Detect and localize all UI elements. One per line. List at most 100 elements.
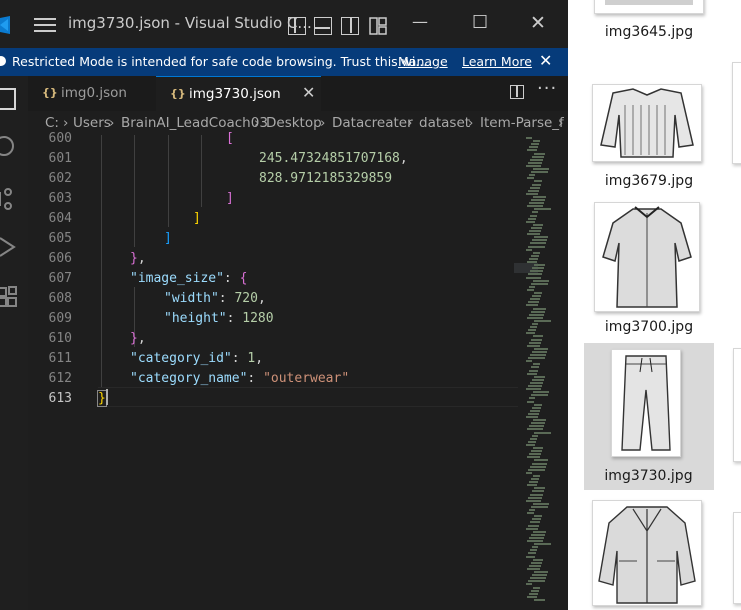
minimap-line xyxy=(528,245,545,248)
banner-close-icon[interactable]: ✕ xyxy=(539,51,552,70)
minimap-line xyxy=(526,164,541,167)
minimap-line xyxy=(532,267,544,270)
minimap-line xyxy=(526,360,532,363)
minimap-line xyxy=(528,301,539,304)
code-line: ] xyxy=(164,231,172,246)
partial-thumbnail xyxy=(733,348,741,462)
minimap-line xyxy=(533,195,546,198)
tab-close-icon[interactable]: ✕ xyxy=(302,83,315,102)
minimap-line xyxy=(527,344,540,347)
minimap-line xyxy=(530,354,546,356)
minimap-line xyxy=(528,580,545,583)
file-thumbnail-img3645[interactable]: img3645.jpg xyxy=(584,0,714,48)
file-thumbnail-img3679[interactable]: img3679.jpg xyxy=(584,84,714,194)
file-name: img3730.jpg xyxy=(604,468,693,484)
toggle-primary-sidebar-icon[interactable] xyxy=(288,17,306,35)
extensions-icon[interactable] xyxy=(0,286,18,312)
minimap-line xyxy=(534,403,542,406)
minimap-line xyxy=(529,481,538,484)
tab-img0-json[interactable]: {} img0.json xyxy=(28,76,156,111)
banner-message: Restricted Mode is intended for safe cod… xyxy=(12,54,428,69)
breadcrumb-item[interactable]: dataset xyxy=(419,115,470,131)
minimap-line xyxy=(529,230,541,232)
breadcrumb-separator: › xyxy=(254,115,260,131)
breadcrumb-item[interactable]: Users xyxy=(73,115,111,131)
minimap-line xyxy=(527,512,534,515)
minimap-line xyxy=(529,285,535,288)
minimap-line xyxy=(528,189,539,192)
breadcrumb-item[interactable]: Datacreater xyxy=(332,115,413,131)
minimap-line xyxy=(531,310,545,313)
minimap-line xyxy=(534,152,545,155)
minimap-line xyxy=(530,465,546,468)
minimap-line xyxy=(530,493,543,496)
maximize-icon: ☐ xyxy=(472,12,489,33)
code-line: } xyxy=(97,390,107,407)
minimap-line xyxy=(531,533,545,536)
explorer-icon[interactable] xyxy=(0,88,16,110)
breadcrumb-item[interactable]: BrainAI_LeadCoach03 xyxy=(121,115,268,131)
breadcrumb-separator: › xyxy=(558,115,564,131)
breadcrumb-item[interactable]: Desktop xyxy=(266,115,322,131)
code-line: }, xyxy=(130,251,146,266)
image-preview xyxy=(592,84,702,162)
source-control-icon[interactable] xyxy=(0,188,16,210)
minimap-line xyxy=(531,282,548,285)
minimap-line xyxy=(529,536,544,539)
minimap-line xyxy=(533,586,540,589)
indent-guide xyxy=(134,135,135,247)
hamburger-menu-icon[interactable] xyxy=(34,18,56,34)
breadcrumb-item[interactable]: Item-Parse_f xyxy=(480,115,564,131)
minimap-line xyxy=(526,555,535,558)
code-line: [ xyxy=(226,131,234,146)
minimap-line xyxy=(529,453,541,456)
minimap-line xyxy=(532,239,547,242)
minimap-line xyxy=(533,251,540,254)
toggle-panel-icon[interactable] xyxy=(314,17,332,35)
learn-more-link[interactable]: Learn More xyxy=(462,54,532,69)
code-line: }, xyxy=(130,331,146,346)
breadcrumb-item[interactable]: C: xyxy=(45,115,59,131)
file-thumbnail-img3730[interactable]: img3730.jpg xyxy=(583,343,714,490)
manage-link[interactable]: Manage xyxy=(398,54,448,69)
minimap-line xyxy=(530,577,546,580)
minimap-line xyxy=(526,471,532,474)
minimap-line xyxy=(533,307,546,310)
file-thumbnail-img3700[interactable]: img3700.jpg xyxy=(584,198,714,342)
code-line: 828.9712185329859 xyxy=(259,171,393,186)
minimize-button[interactable]: — xyxy=(400,10,440,40)
search-icon[interactable] xyxy=(0,136,14,156)
minimap-line xyxy=(528,357,545,360)
minimap-line xyxy=(528,385,542,387)
minimap-line xyxy=(534,292,542,294)
current-line-highlight xyxy=(98,387,518,407)
minimap-line xyxy=(528,273,542,276)
info-icon xyxy=(0,56,6,66)
minimap-line xyxy=(530,298,540,301)
code-editor[interactable]: 600 601 602 603 604 605 606 607 608 609 … xyxy=(28,131,568,610)
customize-layout-icon[interactable] xyxy=(369,17,387,35)
breadcrumb-separator: › xyxy=(63,115,69,131)
close-button[interactable]: ✕ xyxy=(520,10,560,40)
run-debug-icon[interactable] xyxy=(0,236,16,258)
minimap-line xyxy=(531,199,545,201)
minimap-line xyxy=(530,521,540,524)
minimap-line xyxy=(527,595,537,598)
explorer-scroll-divider xyxy=(568,0,584,610)
minimap-line xyxy=(529,397,535,400)
minimap-line xyxy=(527,205,543,208)
file-thumbnail[interactable] xyxy=(584,494,714,610)
minimap-line xyxy=(528,496,542,499)
toggle-secondary-sidebar-icon[interactable] xyxy=(341,17,359,35)
minimap-line xyxy=(529,509,535,511)
code-line: ] xyxy=(193,211,201,226)
partial-thumbnail xyxy=(732,62,741,164)
minimap-line xyxy=(526,220,535,223)
split-editor-icon[interactable] xyxy=(510,85,524,99)
tab-img3730-json[interactable]: {} img3730.json ✕ xyxy=(156,76,321,111)
line-number: 600 xyxy=(48,131,72,146)
maximize-button[interactable]: ☐ xyxy=(460,10,500,40)
more-actions-icon[interactable]: ··· xyxy=(537,78,557,99)
minimap[interactable] xyxy=(514,135,568,610)
minimap-line xyxy=(529,369,538,372)
